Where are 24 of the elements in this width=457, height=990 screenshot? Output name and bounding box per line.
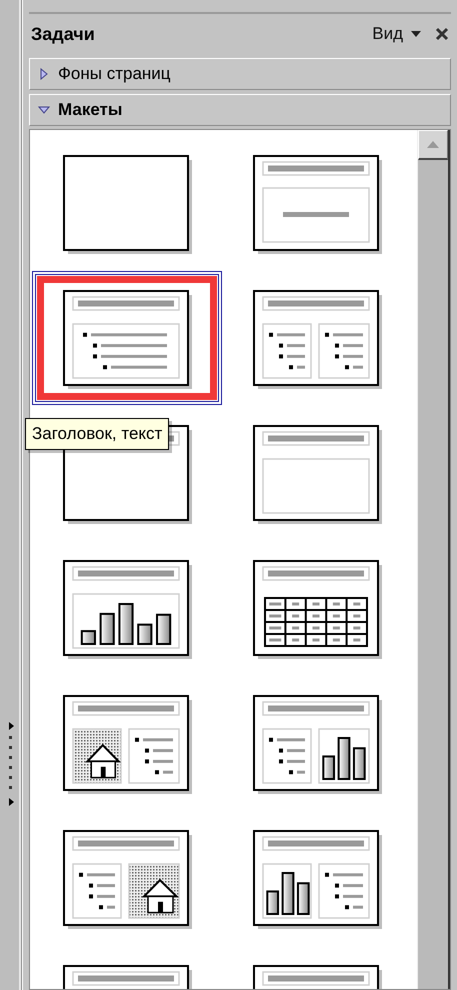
section-header[interactable]: Фоны страниц	[29, 58, 451, 90]
slide-layout-icon	[253, 290, 383, 390]
dropdown-caret-icon[interactable]	[411, 31, 421, 37]
section-header[interactable]: Макеты	[29, 94, 451, 126]
tooltip: Заголовок, текст	[25, 418, 170, 450]
scroll-up-button[interactable]	[418, 130, 448, 160]
splitter-handle-icon[interactable]	[6, 722, 14, 806]
slide-layout-icon	[63, 695, 193, 795]
close-icon[interactable]	[435, 27, 449, 41]
up-arrow-icon	[427, 141, 439, 148]
triangle-icon	[38, 68, 50, 80]
slide-layout-icon	[253, 155, 383, 255]
slide-layout-icon	[63, 560, 193, 660]
slide-layout-icon	[63, 830, 193, 930]
slide-layout-icon	[253, 695, 383, 795]
view-menu[interactable]: Вид	[372, 24, 403, 44]
slide-layout-icon	[63, 155, 193, 255]
slide-layout-option[interactable]	[32, 271, 222, 405]
slide-layout-icon	[253, 425, 383, 525]
triangle-icon	[38, 104, 50, 116]
pane-title: Задачи	[31, 24, 96, 44]
slide-layout-icon	[253, 830, 383, 930]
slide-layout-icon	[253, 560, 383, 660]
slide-layout-icon	[63, 290, 193, 390]
